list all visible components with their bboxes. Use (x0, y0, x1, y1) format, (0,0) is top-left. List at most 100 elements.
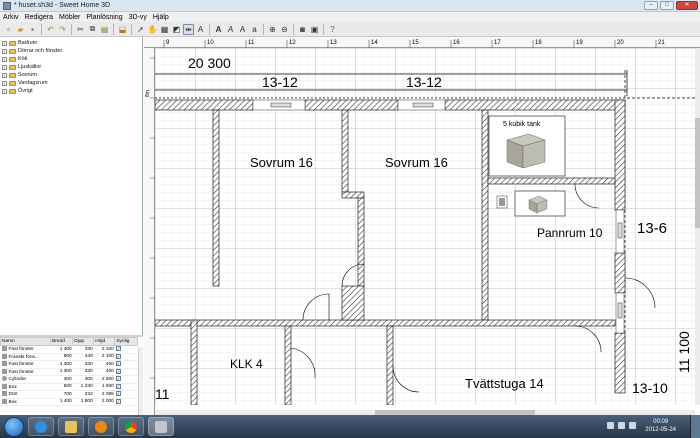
visible-checkbox[interactable]: ✓ (114, 368, 138, 376)
catalog-item[interactable]: + Övrigt (2, 87, 142, 95)
photo-icon[interactable]: ◙ (297, 24, 308, 35)
table-row[interactable]: Fast fönster 1 300 330 400 ✓ (0, 368, 138, 376)
room-label[interactable]: Tvättstuga 14 (465, 376, 544, 391)
visible-checkbox[interactable]: ✓ (114, 345, 138, 354)
room-label[interactable]: KLK 4 (230, 357, 263, 371)
video-icon[interactable]: ▣ (309, 24, 320, 35)
save-icon[interactable]: ▪ (27, 24, 38, 35)
new-file-icon[interactable]: ▫ (3, 24, 14, 35)
redo-icon[interactable]: ↷ (57, 24, 68, 35)
catalog-item[interactable]: + Ljuskällor (2, 63, 142, 71)
menu-mobler[interactable]: Möbler (59, 14, 80, 21)
menu-planlosning[interactable]: Planlösning (86, 14, 122, 21)
catalog-item[interactable]: + Badrum (2, 39, 142, 47)
check-icon[interactable]: ✓ (115, 346, 121, 352)
expand-icon[interactable]: + (2, 80, 7, 86)
network-icon[interactable] (618, 422, 625, 429)
visible-checkbox[interactable]: ✓ (114, 375, 138, 384)
text-bold-icon[interactable]: A (213, 24, 224, 35)
menu-hjalp[interactable]: Hjälp (153, 14, 169, 21)
cut-icon[interactable]: ✂ (75, 24, 86, 35)
text-decrease-icon[interactable]: a (249, 24, 260, 35)
menu-redigera[interactable]: Redigera (25, 14, 53, 21)
table-row[interactable]: Dörr 700 232 2 085 ✓ (0, 390, 138, 399)
furniture-scrollbar[interactable] (138, 347, 143, 415)
minimize-button[interactable]: – (644, 1, 658, 10)
create-dimensions-icon[interactable]: ⇹ (183, 23, 194, 35)
plan-view[interactable]: 9 10 11 12 13 14 15 16 17 18 19 20 21 8m (144, 37, 700, 415)
undo-icon[interactable]: ↶ (45, 24, 56, 35)
check-icon[interactable]: ✓ (115, 391, 121, 397)
tank-box[interactable]: 5 kubik tank (488, 115, 566, 177)
zoom-out-icon[interactable]: ⊖ (279, 24, 290, 35)
select-mode-icon[interactable]: ➚ (135, 24, 146, 35)
catalog-item[interactable]: + Vardagsrum (2, 79, 142, 87)
show-desktop-button[interactable] (690, 415, 700, 438)
add-furniture-icon[interactable]: ⬓ (117, 24, 128, 35)
pan-mode-icon[interactable]: ✋ (147, 24, 158, 35)
volume-icon[interactable] (629, 422, 636, 429)
maximize-button[interactable]: □ (660, 1, 674, 10)
table-row[interactable]: Fast fönster 1 300 330 400 ✓ (0, 360, 138, 369)
check-icon[interactable]: ✓ (115, 376, 121, 382)
visible-checkbox[interactable]: ✓ (114, 383, 138, 391)
catalog-item[interactable]: + Kök (2, 55, 142, 63)
column-header-name[interactable]: Namn (0, 337, 51, 346)
ie-taskbar-icon[interactable] (28, 417, 54, 436)
paste-icon[interactable]: ▤ (99, 24, 110, 35)
expand-icon[interactable]: + (2, 56, 7, 62)
room-label[interactable]: Sovrum 16 (250, 155, 313, 170)
visible-checkbox[interactable]: ✓ (114, 360, 138, 369)
add-text-icon[interactable]: A (195, 24, 206, 35)
copy-icon[interactable]: ⧉ (87, 24, 98, 35)
close-button[interactable]: ✕ (676, 1, 698, 10)
tray-arrow-icon[interactable] (607, 422, 614, 429)
expand-icon[interactable]: + (2, 48, 7, 54)
plan-vertical-scrollbar[interactable] (695, 48, 700, 405)
create-walls-icon[interactable]: ▦ (159, 24, 170, 35)
visible-checkbox[interactable]: ✓ (114, 390, 138, 399)
expand-icon[interactable]: + (2, 88, 7, 94)
column-header-visible[interactable]: Synlig (114, 337, 138, 346)
clock[interactable]: 00:09 2012-05-24 (645, 418, 676, 434)
table-row[interactable]: Box 1 400 1 800 2 000 ✓ (0, 398, 138, 406)
menu-arkiv[interactable]: Arkiv (3, 14, 19, 21)
floor-plan-svg[interactable]: 5 kubik tank 20 300 13-12 13-12 13-6 11 … (155, 48, 695, 405)
column-header-depth[interactable]: Djup (72, 337, 95, 346)
check-icon[interactable]: ✓ (115, 383, 121, 389)
column-header-height[interactable]: Höjd (93, 337, 116, 346)
sweethome3d-taskbar-icon[interactable] (148, 417, 174, 436)
table-row[interactable]: Box 600 1 230 1 500 ✓ (0, 383, 138, 391)
text-increase-icon[interactable]: A (237, 24, 248, 35)
start-button[interactable] (4, 416, 24, 437)
chrome-taskbar-icon[interactable] (118, 417, 144, 436)
room-label[interactable]: Pannrum 10 (537, 226, 603, 240)
table-row[interactable]: Franskt föns... 900 449 2 100 ✓ (0, 353, 138, 361)
check-icon[interactable]: ✓ (115, 368, 121, 374)
create-rooms-icon[interactable]: ◩ (171, 24, 182, 35)
catalog-item[interactable]: + Dörrar och fönster (2, 47, 142, 55)
catalog-item[interactable]: + Sovrum (2, 71, 142, 79)
room-label[interactable]: Sovrum 16 (385, 155, 448, 170)
table-row[interactable]: Cylinder 300 300 2 500 ✓ (0, 375, 138, 384)
expand-icon[interactable]: + (2, 64, 7, 70)
media-player-taskbar-icon[interactable] (88, 417, 114, 436)
plan-canvas[interactable]: 5 kubik tank 20 300 13-12 13-12 13-6 11 … (155, 48, 695, 405)
expand-icon[interactable]: + (2, 72, 7, 78)
text-italic-icon[interactable]: A (225, 24, 236, 35)
check-icon[interactable]: ✓ (115, 353, 121, 359)
open-folder-icon[interactable]: ▰ (15, 24, 26, 35)
scroll-thumb[interactable] (695, 118, 700, 228)
visible-checkbox[interactable]: ✓ (114, 398, 138, 406)
menu-3d-vy[interactable]: 3D-vy (129, 14, 147, 21)
table-row[interactable]: Fast fönster 1 300 330 2 100 ✓ (0, 345, 138, 354)
expand-icon[interactable]: + (2, 40, 7, 46)
visible-checkbox[interactable]: ✓ (114, 353, 138, 361)
check-icon[interactable]: ✓ (115, 398, 121, 404)
window-icon (1, 346, 7, 352)
help-icon[interactable]: ? (327, 24, 338, 35)
zoom-in-icon[interactable]: ⊕ (267, 24, 278, 35)
check-icon[interactable]: ✓ (115, 361, 121, 367)
column-header-width[interactable]: Bredd (49, 337, 74, 346)
explorer-taskbar-icon[interactable] (58, 417, 84, 436)
